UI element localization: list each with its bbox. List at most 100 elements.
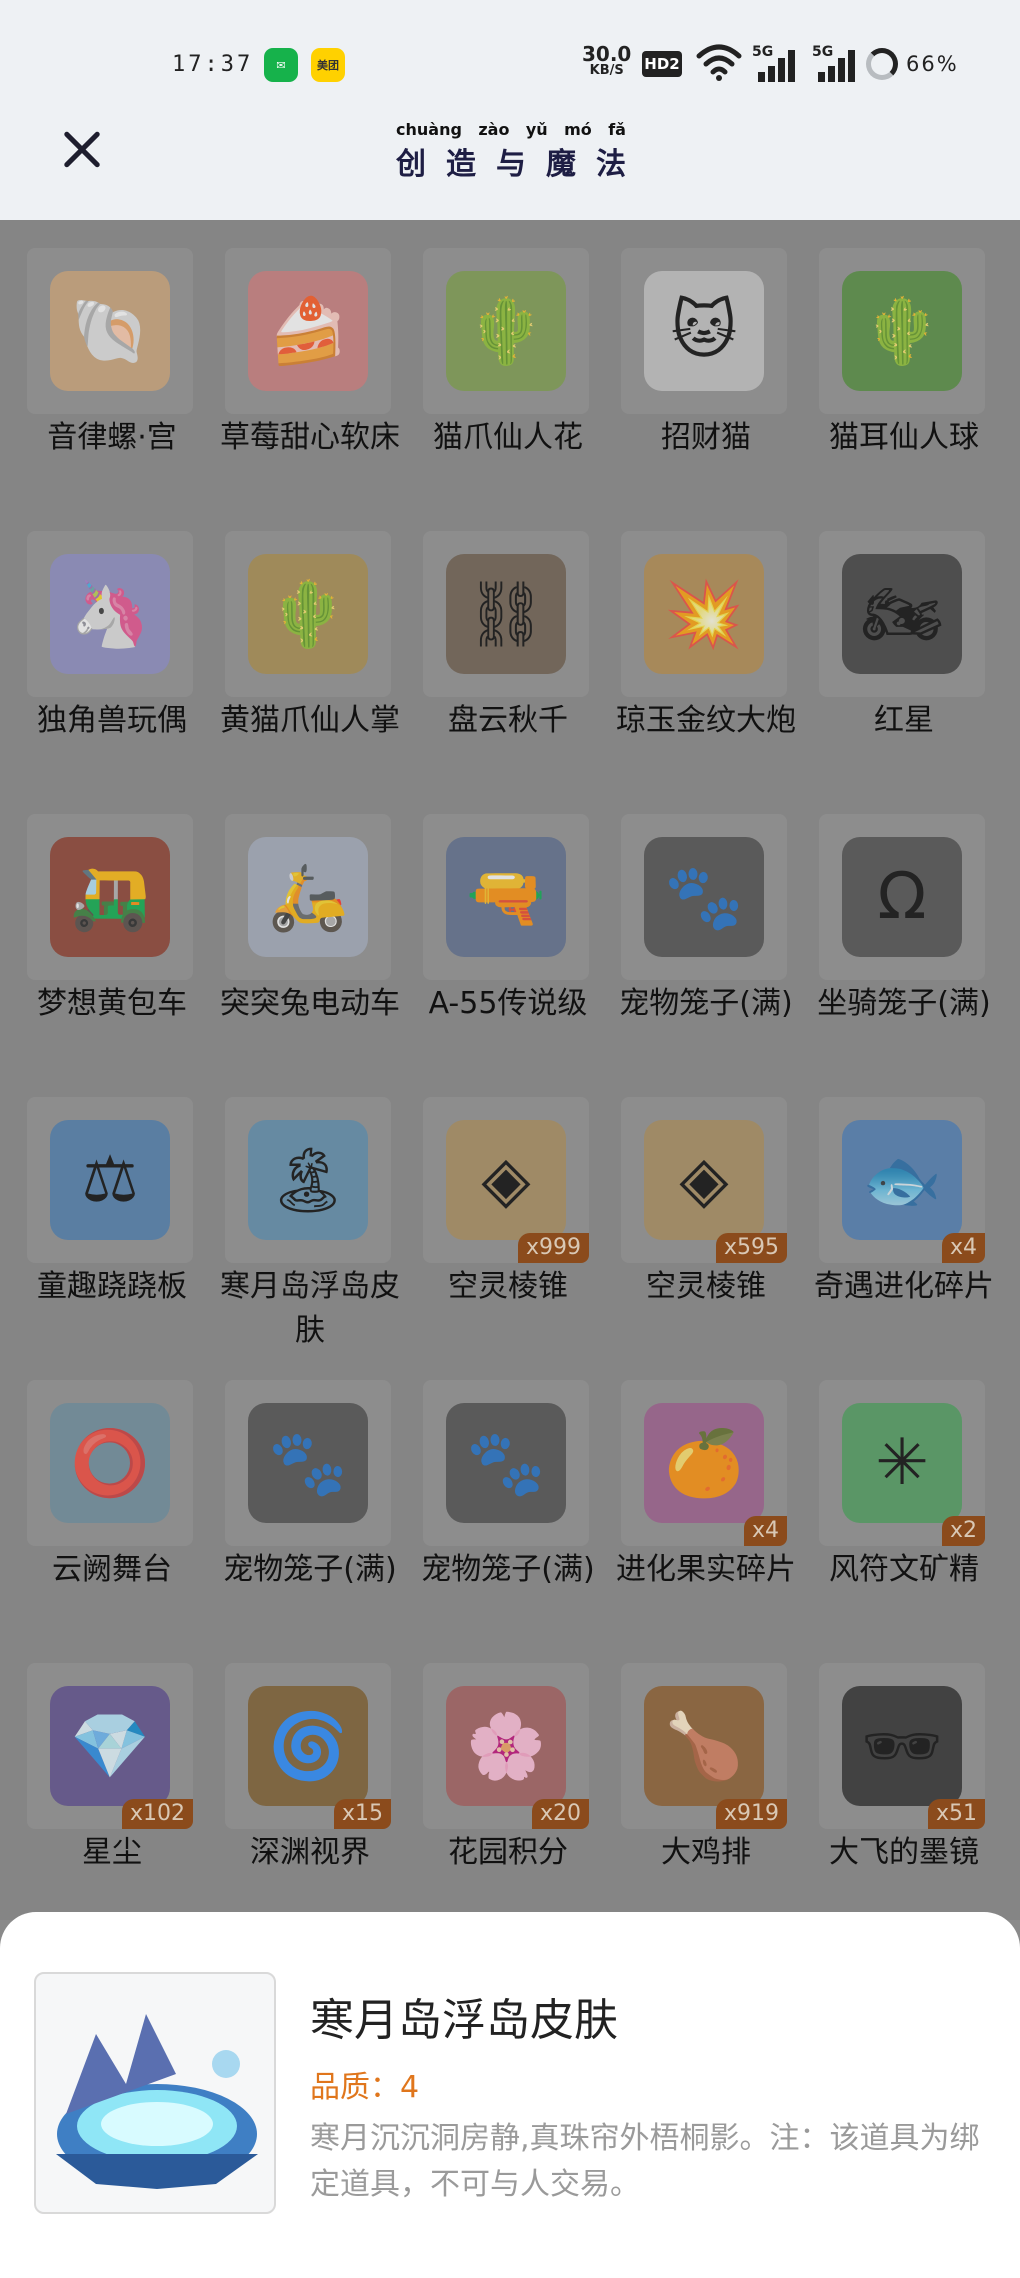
item-thumbnail: 💥 xyxy=(621,531,787,697)
stardust-icon: 💎 xyxy=(50,1686,170,1806)
unicorn-doll-icon: 🦄 xyxy=(50,554,170,674)
item-name: 空灵棱锥 xyxy=(646,1269,766,1304)
swing-icon: ⛓ xyxy=(446,554,566,674)
item-count-badge: x2 xyxy=(941,1516,985,1546)
net-speed-value: 30.0 xyxy=(582,42,632,66)
item-cell[interactable]: 🛵 突突兔电动车 xyxy=(211,786,409,1069)
signal-label: 5G xyxy=(752,44,774,60)
item-thumbnail: 🌵 xyxy=(819,248,985,414)
item-thumbnail: 🛵 xyxy=(225,814,391,980)
item-cell[interactable]: ⛓ 盘云秋千 xyxy=(409,503,607,786)
item-cell[interactable]: 🏝 寒月岛浮岛皮肤 xyxy=(211,1069,409,1352)
item-count-badge: x4 xyxy=(941,1233,985,1263)
item-count-badge: x20 xyxy=(531,1799,589,1829)
item-thumbnail: 🌵 xyxy=(225,531,391,697)
logo-pinyin: zào xyxy=(478,120,510,139)
item-name: 琼玉金纹大炮 xyxy=(616,703,796,738)
logo-char: 创 xyxy=(396,147,426,182)
item-name: 宠物笼子(满) xyxy=(619,986,793,1021)
yellow-cactus-icon: 🌵 xyxy=(248,554,368,674)
item-thumbnail: 🏍 xyxy=(819,531,985,697)
item-name: 梦想黄包车 xyxy=(37,986,187,1021)
item-cell[interactable]: ✳ x2 风符文矿精 xyxy=(805,1352,1003,1635)
item-cell[interactable]: ◈ x999 空灵棱锥 xyxy=(409,1069,607,1352)
chicken-cutlet-icon: 🍗 xyxy=(644,1686,764,1806)
item-cell[interactable]: 🐱 招财猫 xyxy=(607,220,805,503)
item-thumbnail: 🌵 xyxy=(423,248,589,414)
item-cell[interactable]: ⚖ 童趣跷跷板 xyxy=(13,1069,211,1352)
item-count-badge: x4 xyxy=(743,1516,787,1546)
logo-pinyin: fǎ xyxy=(608,120,626,139)
item-name: 草莓甜心软床 xyxy=(220,420,400,455)
item-cell[interactable]: 💎 x102 星尘 xyxy=(13,1635,211,1918)
scooter-icon: 🛵 xyxy=(248,837,368,957)
item-name: 星尘 xyxy=(82,1835,142,1870)
item-name: 盘云秋千 xyxy=(448,703,568,738)
cannon-icon: 💥 xyxy=(644,554,764,674)
item-cell[interactable]: 🐾 宠物笼子(满) xyxy=(409,1352,607,1635)
item-name: 招财猫 xyxy=(661,420,751,455)
item-cell[interactable]: 🍰 草莓甜心软床 xyxy=(211,220,409,503)
item-cell[interactable]: 🌵 猫爪仙人花 xyxy=(409,220,607,503)
item-name: 猫爪仙人花 xyxy=(433,420,583,455)
item-cell[interactable]: 🍗 x919 大鸡排 xyxy=(607,1635,805,1918)
item-cell[interactable]: 🌵 猫耳仙人球 xyxy=(805,220,1003,503)
item-name: 云阙舞台 xyxy=(52,1552,172,1587)
item-cell[interactable]: 🍊 x4 进化果实碎片 xyxy=(607,1352,805,1635)
item-cell[interactable]: 🛺 梦想黄包车 xyxy=(13,786,211,1069)
hd-icon: HD2 xyxy=(642,51,682,77)
item-cell[interactable]: 🔫 A-55传说级 xyxy=(409,786,607,1069)
abyss-icon: 🌀 xyxy=(248,1686,368,1806)
item-name: 大鸡排 xyxy=(661,1835,751,1870)
pet-cage-icon: 🐾 xyxy=(248,1403,368,1523)
item-cell[interactable]: ⭕ 云阙舞台 xyxy=(13,1352,211,1635)
item-name: 花园积分 xyxy=(448,1835,568,1870)
item-cell[interactable]: 🐟 x4 奇遇进化碎片 xyxy=(805,1069,1003,1352)
item-count-badge: x102 xyxy=(121,1799,193,1829)
item-thumbnail: 🍰 xyxy=(225,248,391,414)
logo-pinyin: mó xyxy=(564,120,592,139)
item-count-badge: x15 xyxy=(333,1799,391,1829)
item-cell[interactable]: 🕶 x51 大飞的墨镜 xyxy=(805,1635,1003,1918)
logo-pinyin: yǔ xyxy=(525,120,548,139)
item-name: 突突兔电动车 xyxy=(220,986,400,1021)
item-name: 奇遇进化碎片 xyxy=(814,1269,994,1304)
cactus-ball-icon: 🌵 xyxy=(842,271,962,391)
detail-title: 寒月岛浮岛皮肤 xyxy=(310,1995,618,2046)
item-grid: 🐚 音律螺·宫 🍰 草莓甜心软床 🌵 猫爪仙人花 🐱 招财猫 🌵 猫耳仙人球 🦄 独角兽玩偶 🌵 黄猫爪仙… xyxy=(0,220,1020,1920)
item-cell[interactable]: ◈ x595 空灵棱锥 xyxy=(607,1069,805,1352)
item-name: 寒月岛浮岛皮肤 xyxy=(220,1269,400,1348)
item-cell[interactable]: Ω 坐骑笼子(满) xyxy=(805,786,1003,1069)
item-cell[interactable]: 🐚 音律螺·宫 xyxy=(13,220,211,503)
messages-icon: ✉ xyxy=(264,48,298,82)
logo-char: 与 xyxy=(496,147,526,182)
item-count-badge: x595 xyxy=(715,1233,787,1263)
item-cell[interactable]: 🏍 红星 xyxy=(805,503,1003,786)
logo-char: 魔 xyxy=(546,147,576,182)
item-cell[interactable]: 🌸 x20 花园积分 xyxy=(409,1635,607,1918)
garden-points-icon: 🌸 xyxy=(446,1686,566,1806)
status-bar: 17:37 ✉ 美团 30.0 KB/S HD2 5G 5G 66% xyxy=(0,0,1020,110)
item-thumbnail: 🛺 xyxy=(27,814,193,980)
item-cell[interactable]: 🦄 独角兽玩偶 xyxy=(13,503,211,786)
status-time: 17:37 xyxy=(172,52,254,77)
item-thumbnail: 🏝 xyxy=(225,1097,391,1263)
item-thumbnail: 🐾 xyxy=(621,814,787,980)
item-name: 坐骑笼子(满) xyxy=(817,986,991,1021)
item-name: 独角兽玩偶 xyxy=(37,703,187,738)
item-cell[interactable]: 🐾 宠物笼子(满) xyxy=(607,786,805,1069)
item-name: 猫耳仙人球 xyxy=(829,420,979,455)
floating-island-icon: 🏝 xyxy=(248,1120,368,1240)
logo-pinyin: chuàng xyxy=(396,120,462,139)
item-name: 大飞的墨镜 xyxy=(829,1835,979,1870)
item-cell[interactable]: 🌀 x15 深渊视界 xyxy=(211,1635,409,1918)
top-bar: 17:37 ✉ 美团 30.0 KB/S HD2 5G 5G 66% chuàn… xyxy=(0,0,1020,220)
item-cell[interactable]: 🐾 宠物笼子(满) xyxy=(211,1352,409,1635)
close-icon[interactable] xyxy=(56,122,112,178)
item-cell[interactable]: 💥 琼玉金纹大炮 xyxy=(607,503,805,786)
item-name: 童趣跷跷板 xyxy=(37,1269,187,1304)
item-cell[interactable]: 🌵 黄猫爪仙人掌 xyxy=(211,503,409,786)
item-thumbnail: ⚖ xyxy=(27,1097,193,1263)
item-name: 宠物笼子(满) xyxy=(421,1552,595,1587)
item-detail-sheet: 寒月岛浮岛皮肤 品质：4 寒月沉沉洞房静,真珠帘外梧桐影。注：该道具为绑定道具，… xyxy=(0,1912,1020,2278)
